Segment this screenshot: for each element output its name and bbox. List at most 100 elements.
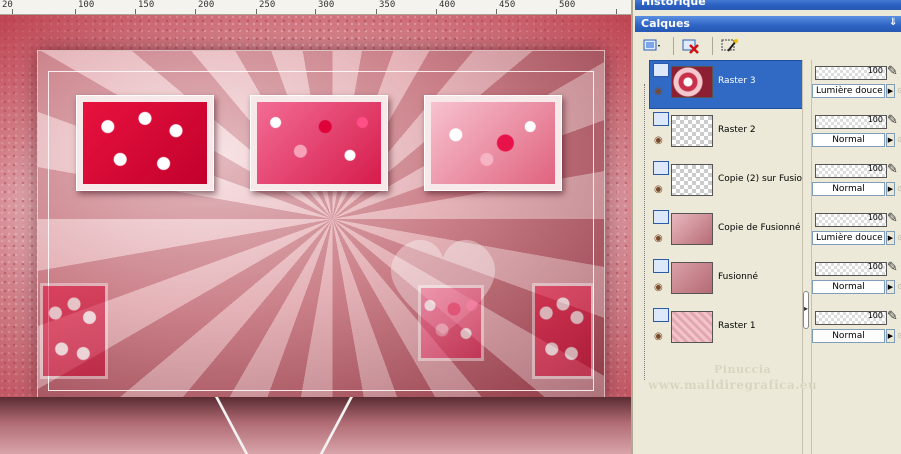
lock-icon[interactable]: ⊙ xyxy=(897,232,901,243)
horizontal-ruler: 20 100 150 200 250 300 350 400 450 500 5… xyxy=(0,0,631,15)
layer-thumbnail xyxy=(671,262,713,294)
brush-icon[interactable]: ✎ xyxy=(887,63,901,80)
lock-icon[interactable]: ⊙ xyxy=(897,330,901,341)
layer-group-icon[interactable] xyxy=(653,63,669,77)
blend-mode-select[interactable]: Lumière douce xyxy=(812,231,885,245)
dropdown-arrow-icon[interactable]: ▶ xyxy=(886,280,895,294)
blend-mode-select[interactable]: Lumière douce xyxy=(812,84,885,98)
new-layer-button[interactable] xyxy=(641,36,663,56)
ruler-label: 450 xyxy=(499,0,516,10)
opacity-value: 100 xyxy=(867,115,883,124)
opacity-value: 100 xyxy=(867,66,883,75)
opacity-value: 100 xyxy=(867,164,883,173)
opacity-slider[interactable]: 100 xyxy=(815,262,887,276)
brush-icon[interactable]: ✎ xyxy=(887,308,901,325)
splitter-grip[interactable] xyxy=(803,291,809,329)
blend-mode-select[interactable]: Normal xyxy=(812,133,885,147)
ruler-label: 350 xyxy=(379,0,396,10)
side-picture-left xyxy=(43,286,105,376)
layer-row-copie-fusionne[interactable]: ◉ Copie de Fusionné xyxy=(649,207,807,256)
visibility-eye-icon[interactable]: ◉ xyxy=(654,86,663,97)
photo-candy-heart xyxy=(431,102,555,184)
watermark-site: www.maildiregrafica.eu xyxy=(648,378,818,392)
layer-props-raster-1: 100 ✎ Normal ▶ ⊙ xyxy=(812,305,901,354)
brush-icon[interactable]: ✎ xyxy=(887,210,901,227)
calques-titlebar[interactable]: Calques ⇓ xyxy=(635,16,901,32)
brush-icon[interactable]: ✎ xyxy=(887,112,901,129)
dropdown-arrow-icon[interactable]: ▶ xyxy=(886,84,895,98)
delete-layer-icon xyxy=(682,39,699,54)
layer-group-icon[interactable] xyxy=(653,210,669,224)
layer-group-icon[interactable] xyxy=(653,259,669,273)
delete-layer-button[interactable] xyxy=(680,36,702,56)
layer-name: Fusionné xyxy=(718,272,759,282)
ruler-label: 400 xyxy=(439,0,456,10)
lock-icon[interactable]: ⊙ xyxy=(897,134,901,145)
dropdown-arrow-icon[interactable]: ▶ xyxy=(886,329,895,343)
lock-icon[interactable]: ⊙ xyxy=(897,183,901,194)
historique-title: Historique xyxy=(641,0,706,8)
brush-icon[interactable]: ✎ xyxy=(887,259,901,276)
layer-thumbnail xyxy=(671,311,713,343)
lock-icon[interactable]: ⊙ xyxy=(897,281,901,292)
photo-frame-candy xyxy=(250,95,388,191)
ruler-tick xyxy=(315,9,316,14)
ruler-tick xyxy=(195,9,196,14)
center-side-frame xyxy=(418,285,484,361)
tree-guide-line xyxy=(644,84,645,380)
blend-mode-select[interactable]: Normal xyxy=(812,182,885,196)
pin-icon[interactable]: ⇓ xyxy=(889,18,899,28)
side-frame-right xyxy=(532,283,594,379)
layer-row-raster-1[interactable]: ◉ Raster 1 xyxy=(649,305,807,354)
layer-props-raster-3: 100 ✎ Lumière douce ▶ ⊙ xyxy=(812,60,901,109)
layer-props-fusionne: 100 ✎ Normal ▶ ⊙ xyxy=(812,256,901,305)
ruler-label: 100 xyxy=(78,0,95,10)
panel-splitter[interactable] xyxy=(802,60,812,454)
dropdown-arrow-icon[interactable]: ▶ xyxy=(886,231,895,245)
visibility-eye-icon[interactable]: ◉ xyxy=(654,282,663,293)
opacity-slider[interactable]: 100 xyxy=(815,66,887,80)
layer-thumbnail xyxy=(671,164,713,196)
layers-toolbar xyxy=(635,33,901,59)
photo-candy xyxy=(257,102,381,184)
blend-mode-select[interactable]: Normal xyxy=(812,329,885,343)
layers-list: ◉ Raster 3 ◉ Raster 2 ◉ Copie (2) sur Fu… xyxy=(635,60,901,454)
visibility-eye-icon[interactable]: ◉ xyxy=(654,135,663,146)
dropdown-arrow-icon[interactable]: ▶ xyxy=(886,182,895,196)
visibility-eye-icon[interactable]: ◉ xyxy=(654,331,663,342)
ruler-label: 250 xyxy=(259,0,276,10)
ruler-tick xyxy=(616,9,617,14)
layer-group-icon[interactable] xyxy=(653,161,669,175)
ruler-label: 150 xyxy=(138,0,155,10)
visibility-eye-icon[interactable]: ◉ xyxy=(654,233,663,244)
layer-props-raster-2: 100 ✎ Normal ▶ ⊙ xyxy=(812,109,901,158)
visibility-eye-icon[interactable]: ◉ xyxy=(654,184,663,195)
layer-properties-button[interactable] xyxy=(719,36,741,56)
layer-name: Raster 3 xyxy=(718,76,756,86)
blend-mode-select[interactable]: Normal xyxy=(812,280,885,294)
brush-icon[interactable]: ✎ xyxy=(887,161,901,178)
image-canvas[interactable] xyxy=(0,15,631,454)
layer-name: Raster 1 xyxy=(718,321,756,331)
opacity-value: 100 xyxy=(867,213,883,222)
layer-group-icon[interactable] xyxy=(653,308,669,322)
layer-row-raster-2[interactable]: ◉ Raster 2 xyxy=(649,109,807,158)
layer-row-fusionne[interactable]: ◉ Fusionné xyxy=(649,256,807,305)
layer-row-copie-2-fusion[interactable]: ◉ Copie (2) sur Fusion xyxy=(649,158,808,207)
layer-row-raster-3[interactable]: ◉ Raster 3 xyxy=(649,60,807,109)
lock-icon[interactable]: ⊙ xyxy=(897,85,901,96)
layer-props-copie-fusionne: 100 ✎ Lumière douce ▶ ⊙ xyxy=(812,207,901,256)
historique-titlebar[interactable]: Historique xyxy=(635,0,901,10)
center-side-picture xyxy=(421,288,481,358)
ruler-tick xyxy=(135,9,136,14)
opacity-slider[interactable]: 100 xyxy=(815,115,887,129)
layer-group-icon[interactable] xyxy=(653,112,669,126)
ruler-tick xyxy=(436,9,437,14)
opacity-slider[interactable]: 100 xyxy=(815,164,887,178)
calques-title: Calques xyxy=(641,17,690,30)
opacity-slider[interactable]: 100 xyxy=(815,311,887,325)
opacity-slider[interactable]: 100 xyxy=(815,213,887,227)
dropdown-arrow-icon[interactable]: ▶ xyxy=(886,133,895,147)
ruler-label: 300 xyxy=(318,0,335,10)
layer-thumbnail xyxy=(671,213,713,245)
